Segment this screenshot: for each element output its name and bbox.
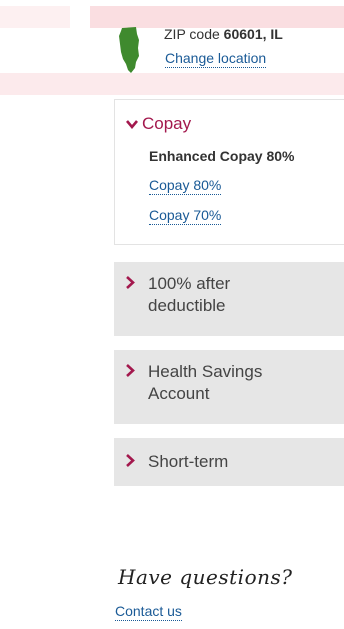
selected-plan: Enhanced Copay 80%: [149, 148, 295, 164]
chevron-right-icon: [126, 362, 135, 382]
accordion-short-term[interactable]: Short-term: [114, 438, 344, 486]
change-location-link[interactable]: Change location: [165, 50, 267, 68]
background-banner: [90, 6, 344, 28]
copay-section-header[interactable]: Copay: [126, 114, 191, 134]
zip-code-text: ZIP code 60601, IL: [164, 26, 283, 42]
accordion-label: Short-term: [148, 452, 229, 471]
have-questions-heading: Have questions?: [118, 565, 293, 589]
accordion-health-savings-account[interactable]: Health Savings Account: [114, 350, 344, 424]
plan-option-link[interactable]: Copay 70%: [149, 207, 222, 225]
accordion-label: 100% after deductible: [148, 274, 231, 315]
chevron-down-icon: [126, 114, 138, 134]
chevron-right-icon: [126, 452, 135, 472]
accordion-label: Health Savings Account: [148, 362, 263, 403]
plan-option-link[interactable]: Copay 80%: [149, 177, 222, 195]
copay-section-label: Copay: [142, 114, 192, 133]
accordion-100-after-deductible[interactable]: 100% after deductible: [114, 262, 344, 336]
chevron-right-icon: [126, 274, 135, 294]
background-banner: [0, 6, 70, 28]
background-banner: [0, 73, 344, 95]
illinois-state-icon: [119, 27, 139, 73]
contact-us-link[interactable]: Contact us: [115, 603, 182, 621]
